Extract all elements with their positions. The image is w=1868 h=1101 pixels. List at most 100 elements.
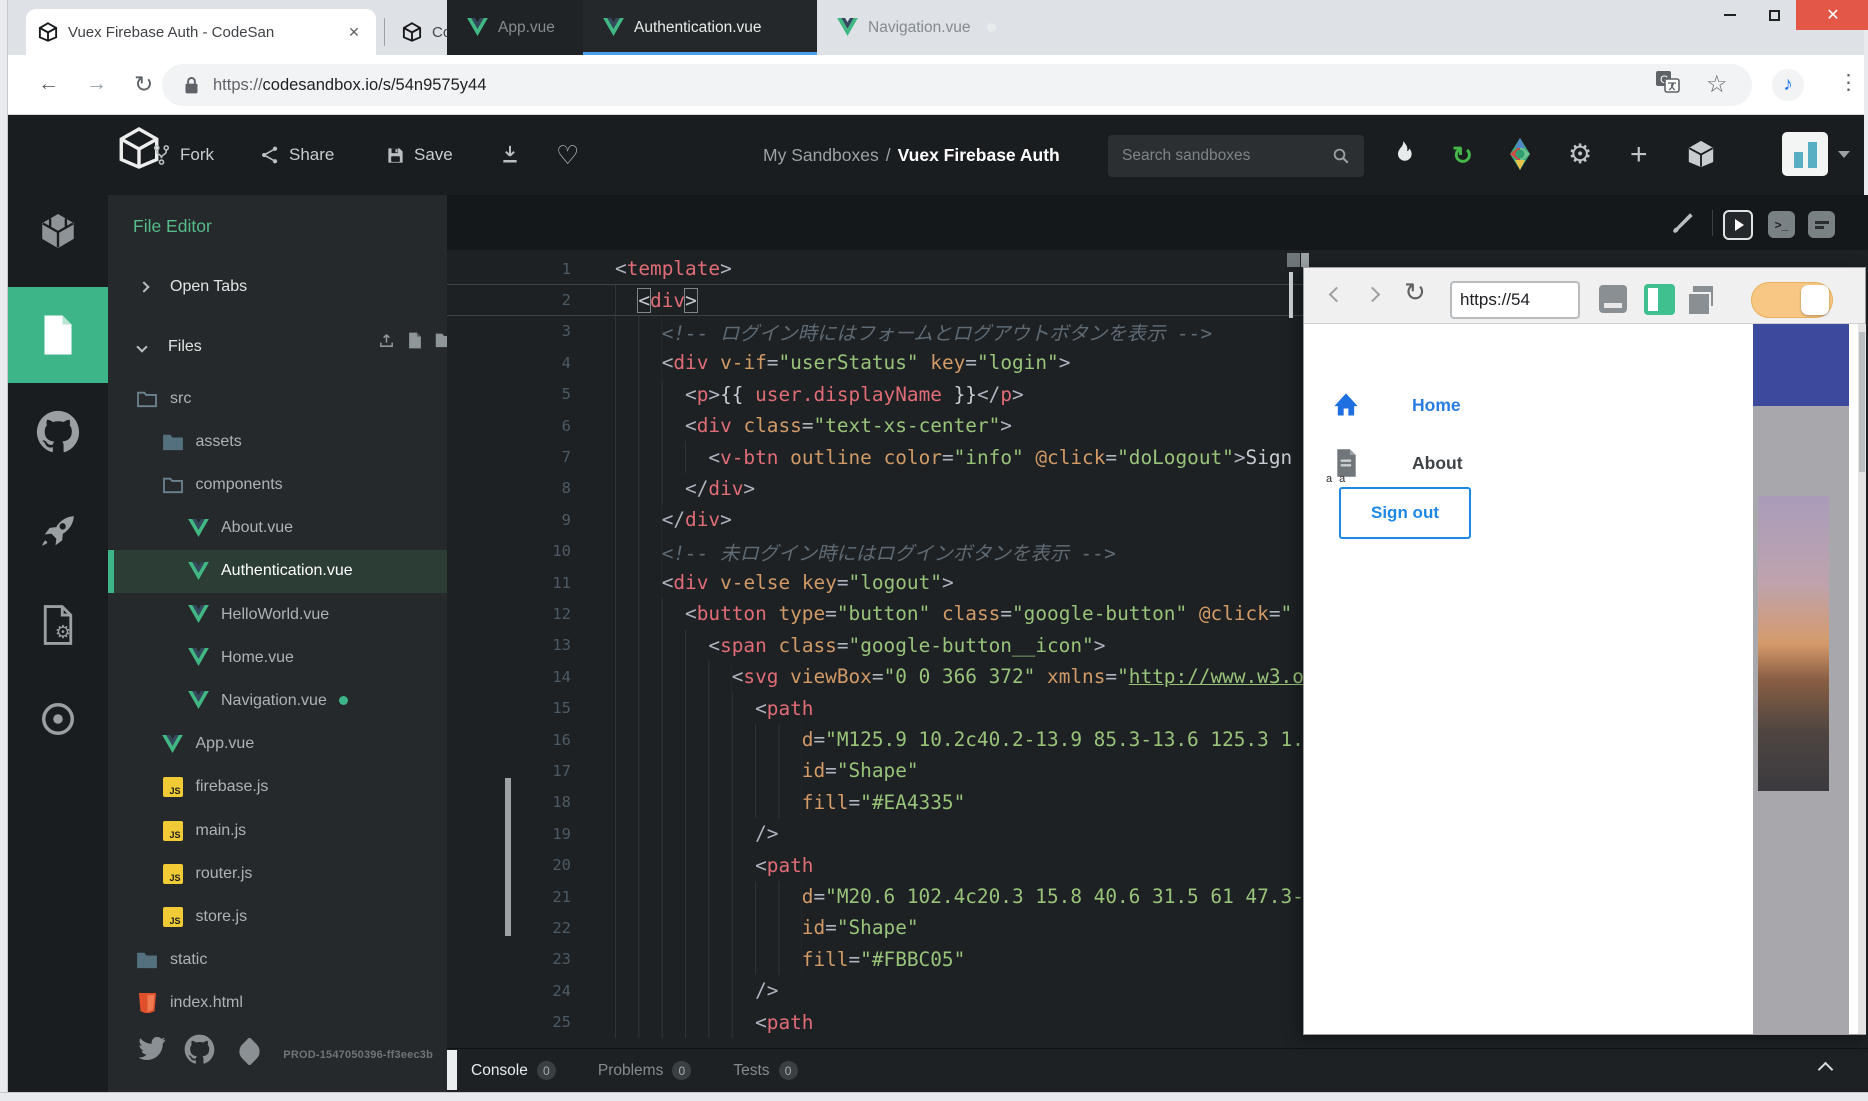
save-button[interactable]: Save [386,131,453,179]
breadcrumb-parent[interactable]: My Sandboxes [763,145,879,166]
code-line-5[interactable]: 5<p>{{ user.displayName }}</p> [447,379,1303,410]
tree-item-assets[interactable]: assets [108,420,447,463]
preview-nav-about[interactable]: a aAbout [1304,435,1753,491]
code-line-11[interactable]: 11<div v-else key="logout"> [447,567,1303,598]
code-line-19[interactable]: 19/> [447,818,1303,849]
tree-item-static[interactable]: static [108,939,447,982]
user-avatar[interactable] [1782,132,1828,176]
extension-gem-icon[interactable] [1502,136,1538,172]
code-line-3[interactable]: 3<!-- ログイン時にはフォームとログアウトボタンを表示 --> [447,316,1303,347]
new-file-icon[interactable] [407,332,423,349]
code-line-14[interactable]: 14<svg viewBox="0 0 366 372" xmlns="http… [447,661,1303,692]
like-heart-icon[interactable]: ♡ [556,131,579,179]
code-line-20[interactable]: 20<path [447,849,1303,880]
code-line-21[interactable]: 21d="M20.6 102.4c20.3 15.8 40.6 31.5 61 … [447,881,1303,912]
code-line-8[interactable]: 8</div> [447,473,1303,504]
upload-file-icon[interactable] [378,332,395,349]
responsive-toggle[interactable] [1751,282,1833,318]
preview-back-icon[interactable] [1329,287,1345,303]
tree-item-home-vue[interactable]: Home.vue [108,636,447,679]
code-line-12[interactable]: 12<button type="button" class="google-bu… [447,598,1303,629]
code-line-4[interactable]: 4<div v-if="userStatus" key="login"> [447,347,1303,378]
preview-forward-icon[interactable] [1365,287,1381,303]
window-minimize-button[interactable] [1708,0,1752,30]
code-line-24[interactable]: 24/> [447,975,1303,1006]
tree-item-helloworld-vue[interactable]: HelloWorld.vue [108,593,447,636]
tree-item-navigation-vue[interactable]: Navigation.vue [108,679,447,722]
tree-item-authentication-vue[interactable]: Authentication.vue [108,550,447,593]
github-icon[interactable] [184,1034,215,1065]
editor-tab-authentication-vue[interactable]: Authentication.vue [583,0,817,55]
bookmark-star-icon[interactable]: ☆ [1706,70,1728,99]
code-line-17[interactable]: 17id="Shape" [447,755,1303,786]
download-button[interactable] [500,131,520,179]
code-line-6[interactable]: 6<div class="text-xs-center"> [447,410,1303,441]
share-button[interactable]: Share [260,131,334,179]
tab-close-icon[interactable]: ✕ [344,22,364,42]
preview-scrollbar[interactable] [1858,324,1866,1034]
rail-deploy-rocket-icon[interactable] [8,512,108,552]
console-tab-problems[interactable]: Problems0 [598,1061,691,1080]
fork-button[interactable]: Fork [152,131,214,179]
window-maximize-button[interactable] [1752,0,1796,30]
rail-github-icon[interactable] [8,410,108,454]
tree-item-router-js[interactable]: router.js [108,852,447,895]
code-line-15[interactable]: 15<path [447,692,1303,723]
chrome-tab-active[interactable]: Vuex Firebase Auth - CodeSan ✕ [26,9,376,55]
console-tab-tests[interactable]: Tests0 [733,1061,797,1080]
user-menu-caret-icon[interactable] [1838,151,1850,158]
new-window-icon[interactable] [1693,286,1713,306]
dashboard-cube-icon[interactable] [1686,139,1716,169]
code-line-9[interactable]: 9</div> [447,504,1303,535]
terminal-button[interactable]: >_ [1768,211,1795,238]
tree-item-main-js[interactable]: main.js [108,809,447,852]
editor-tab-navigation-vue[interactable]: Navigation.vue [817,0,1020,55]
code-line-10[interactable]: 10<!-- 未ログイン時にはログインボタンを表示 --> [447,536,1303,567]
editor-scrollbar-thumb[interactable] [1289,272,1293,318]
refresh-preview-icon[interactable]: ↻ [1452,141,1473,171]
rail-file-editor-tile[interactable] [8,287,108,383]
open-tabs-section[interactable]: Open Tabs [108,266,447,308]
rail-project-cube-icon[interactable] [8,210,108,252]
split-view-icon[interactable] [1644,284,1675,315]
address-bar[interactable]: https://codesandbox.io/s/54n9575y44 [162,64,1752,106]
tree-item-app-vue[interactable]: App.vue [108,723,447,766]
extension-music-icon[interactable]: ♪ [1772,69,1804,101]
preview-nav-home[interactable]: Home [1304,377,1753,433]
code-lines[interactable]: 1<template>2<div>3<!-- ログイン時にはフォームとログアウト… [447,253,1303,1048]
tree-item-firebase-js[interactable]: firebase.js [108,766,447,809]
tree-item-components[interactable]: components [108,463,447,506]
translate-icon[interactable]: G [1656,71,1680,93]
tree-item-src[interactable]: src [108,377,447,420]
preview-toggle-button[interactable] [1723,210,1753,240]
window-close-button[interactable]: ✕ [1796,0,1868,30]
sign-out-button[interactable]: Sign out [1339,487,1471,539]
sandbox-search[interactable] [1108,135,1364,177]
prettier-brush-icon[interactable] [1670,210,1696,236]
gutter-scrollbar[interactable] [505,778,511,936]
code-line-18[interactable]: 18fill="#EA4335" [447,787,1303,818]
code-line-7[interactable]: 7<v-btn outline color="info" @click="doL… [447,441,1303,472]
new-sandbox-plus-icon[interactable]: + [1630,138,1648,172]
preview-refresh-icon[interactable]: ↻ [1404,277,1426,308]
code-line-13[interactable]: 13<span class="google-button__icon"> [447,630,1303,661]
code-line-25[interactable]: 25<path [447,1006,1303,1037]
back-icon[interactable]: ← [38,72,59,96]
desktop-view-icon[interactable] [1599,285,1627,313]
settings-gear-icon[interactable]: ⚙ [1568,139,1592,170]
hot-reload-flame-icon[interactable] [1392,140,1414,168]
spectrum-icon[interactable] [236,1038,263,1065]
code-line-1[interactable]: 1<template> [447,253,1303,284]
tree-item-store-js[interactable]: store.js [108,895,447,938]
preview-address-bar[interactable]: https://54 [1450,281,1580,319]
console-tab-console[interactable]: Console0 [471,1061,556,1080]
code-line-22[interactable]: 22id="Shape" [447,912,1303,943]
chrome-menu-icon[interactable]: ⋮ [1838,70,1859,95]
code-line-16[interactable]: 16d="M125.9 10.2c40.2-13.9 85.3-13.6 125… [447,724,1303,755]
twitter-icon[interactable] [137,1037,167,1063]
rail-config-file-icon[interactable]: ⚙ [8,605,108,645]
search-input[interactable] [1122,147,1312,165]
editor-layout-button[interactable] [1808,211,1835,238]
editor-tab-app-vue[interactable]: App.vue [447,0,583,55]
forward-icon[interactable]: → [86,72,107,96]
